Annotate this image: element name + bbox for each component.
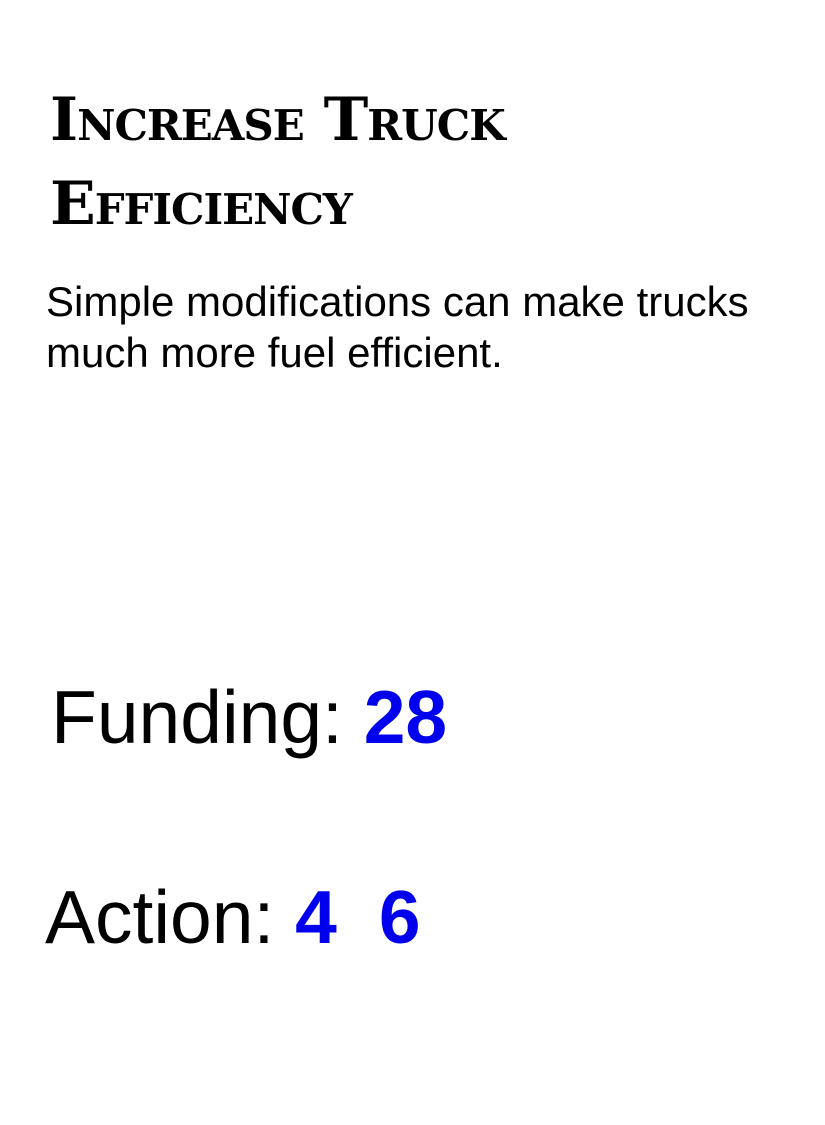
action-label: Action: [45, 875, 296, 959]
card-description: Simple modifications can make trucks muc… [46, 278, 749, 376]
card-title: Increase Truck Efficiency [50, 85, 506, 239]
card: { "card": { "title": "Increase Truck Eff… [0, 0, 825, 1125]
funding-value: 28 [363, 675, 448, 759]
funding-stat: Funding: 28 [51, 672, 447, 762]
action-stat: Action: 46 [45, 872, 421, 962]
funding-label: Funding: [51, 675, 364, 759]
action-value-1: 4 [295, 875, 337, 959]
action-value-2: 6 [378, 875, 421, 959]
